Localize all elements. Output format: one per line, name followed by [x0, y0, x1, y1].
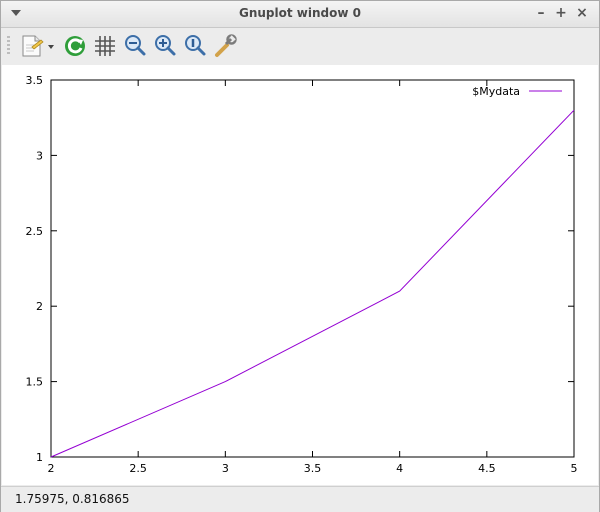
config-button[interactable]: [212, 33, 238, 59]
y-axis: 1 1.5 2 2.5 3 3.5: [26, 74, 574, 464]
series-group: [50, 109, 575, 458]
zoom-previous-button[interactable]: [122, 33, 148, 59]
zoom-next-icon: [155, 35, 176, 56]
window-title: Gnuplot window 0: [239, 6, 361, 20]
x-tick-label: 5: [571, 462, 578, 475]
export-button[interactable]: [19, 33, 59, 59]
y-tick-label: 1: [36, 451, 43, 464]
toolbar: [1, 28, 599, 64]
cursor-coordinates: 1.75975, 0.816865: [15, 492, 130, 506]
y-tick-label: 2: [36, 300, 43, 313]
y-tick-label: 3: [36, 149, 43, 162]
y-tick-label: 2.5: [26, 225, 44, 238]
toolbar-grip[interactable]: [7, 36, 10, 56]
plot-area[interactable]: 2 2.5 3 3.5 4 4.5 5 1 1.5 2 2.5 3 3.5 $Mydata: [2, 65, 598, 485]
x-tick-label: 2.5: [129, 462, 147, 475]
x-tick-label: 3: [222, 462, 229, 475]
status-bar: 1.75975, 0.816865: [1, 486, 599, 512]
x-tick-label: 3.5: [304, 462, 322, 475]
replot-icon: [65, 36, 85, 56]
legend: $Mydata: [472, 85, 562, 98]
gnuplot-window: Gnuplot window 0 – + × 2 2.5 3 3.5 4 4.5…: [0, 0, 600, 512]
x-axis: 2 2.5 3 3.5 4 4.5 5: [48, 80, 578, 475]
replot-button[interactable]: [62, 33, 88, 59]
grid-button[interactable]: [92, 33, 118, 59]
title-bar[interactable]: Gnuplot window 0 – + ×: [1, 1, 599, 28]
close-button[interactable]: ×: [574, 5, 590, 21]
x-tick-label: 2: [48, 462, 55, 475]
autoscale-button[interactable]: [182, 33, 208, 59]
series-line: [50, 109, 575, 458]
zoom-next-button[interactable]: [152, 33, 178, 59]
grid-icon: [95, 36, 115, 56]
plot-frame: [50, 79, 575, 458]
y-tick-label: 1.5: [26, 376, 44, 389]
y-tick-label: 3.5: [26, 74, 44, 87]
x-tick-label: 4.5: [478, 462, 496, 475]
x-tick-label: 4: [396, 462, 403, 475]
legend-label: $Mydata: [472, 85, 520, 98]
config-icon: [215, 34, 237, 57]
minimize-button[interactable]: –: [533, 5, 549, 21]
autoscale-icon: [185, 35, 206, 56]
zoom-previous-icon: [125, 35, 146, 56]
export-icon: [22, 35, 54, 57]
maximize-button[interactable]: +: [553, 5, 569, 21]
line-chart: 2 2.5 3 3.5 4 4.5 5 1 1.5 2 2.5 3 3.5 $Mydata: [26, 74, 578, 475]
